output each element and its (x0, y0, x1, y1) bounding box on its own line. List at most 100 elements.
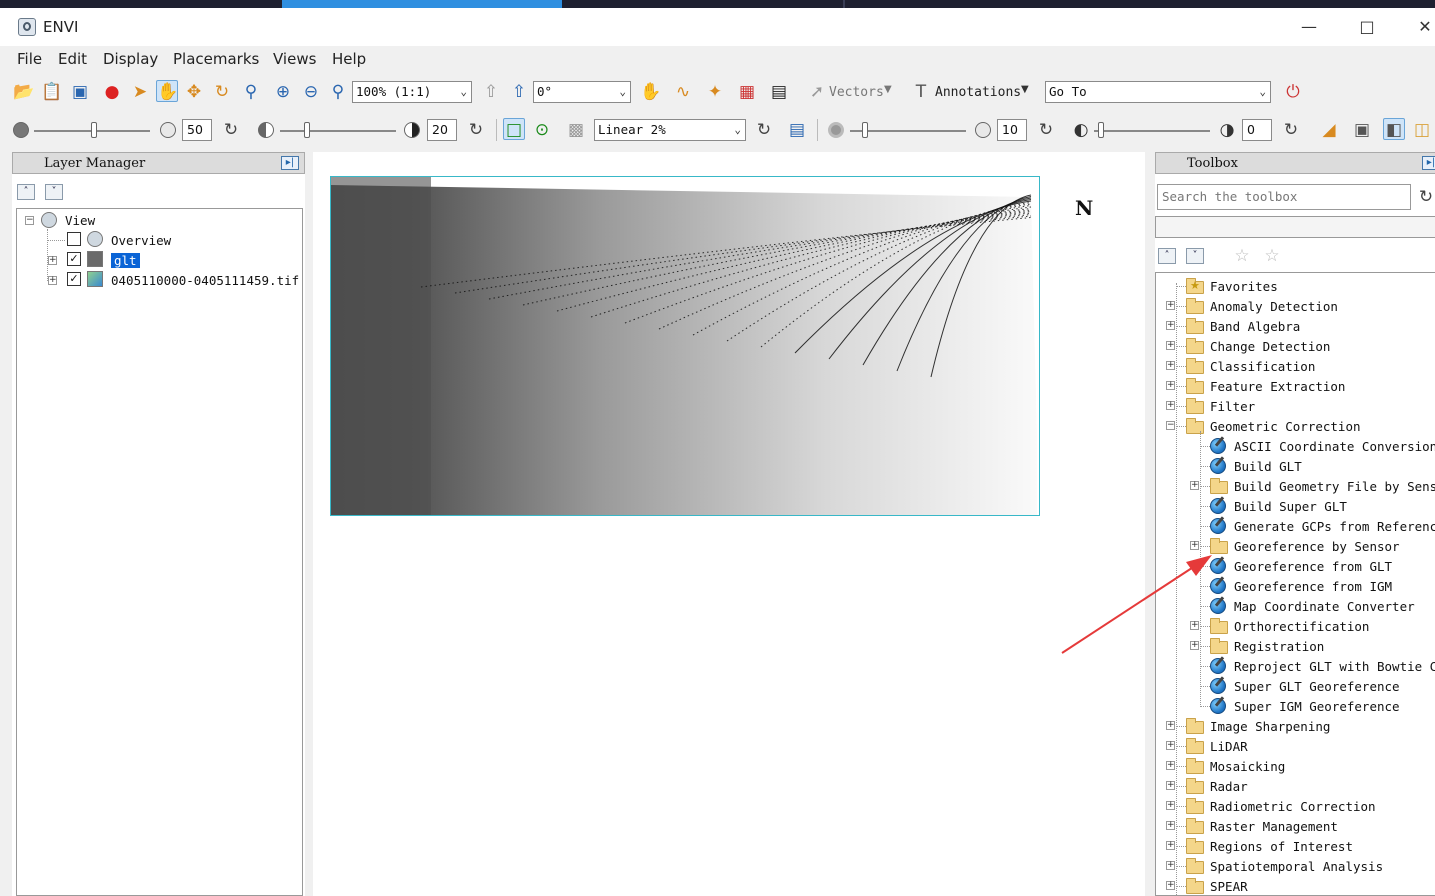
toolbox-folder-item[interactable]: Radar (1210, 779, 1248, 794)
expand-toggle[interactable]: + (1166, 381, 1175, 390)
toolbox-folder-item[interactable]: Filter (1210, 399, 1255, 414)
transparency-slider-thumb[interactable] (1098, 122, 1104, 138)
transparency-input[interactable]: 0 (1242, 119, 1272, 141)
layer-item-overview[interactable]: Overview (111, 233, 171, 248)
expand-toggle[interactable]: + (1166, 741, 1175, 750)
toolbox-tool-item[interactable]: Georeference from GLT (1234, 559, 1392, 574)
stretch-reset-icon[interactable]: ▩ (565, 119, 587, 141)
contrast-input[interactable]: 20 (427, 119, 457, 141)
contrast-slider-track[interactable] (280, 130, 396, 132)
reset-sharpen-icon[interactable]: ↻ (1035, 119, 1057, 141)
expand-toggle[interactable]: + (1166, 401, 1175, 410)
menu-views[interactable]: Views (273, 50, 316, 68)
goto-input[interactable]: Go To ⌄ (1045, 81, 1271, 103)
toolbox-tool-item[interactable]: Map Coordinate Converter (1234, 599, 1415, 614)
menu-placemarks[interactable]: Placemarks (173, 50, 259, 68)
data-manager-icon[interactable]: 📋 (41, 81, 63, 103)
layers-icon[interactable]: ◫ (1411, 119, 1433, 141)
reset-contrast-icon[interactable]: ↻ (465, 119, 487, 141)
toolbox-folder-item[interactable]: LiDAR (1210, 739, 1248, 754)
vectors-icon[interactable]: ➚ (806, 81, 828, 103)
expand-toggle[interactable]: + (1190, 641, 1199, 650)
remove-favorite-star-icon[interactable]: ☆ (1261, 245, 1283, 267)
roi-tool-icon[interactable]: ▦ (736, 81, 758, 103)
maximize-button[interactable]: □ (1344, 12, 1390, 42)
pan-hand-icon[interactable]: ✋ (156, 80, 178, 102)
toolbox-folder-item[interactable]: Band Algebra (1210, 319, 1300, 334)
toolbox-tool-item[interactable]: Super IGM Georeference (1234, 699, 1400, 714)
transparency-slider-track[interactable] (1094, 130, 1210, 132)
overview-checkbox[interactable] (67, 232, 81, 246)
panel-splitter[interactable] (305, 152, 313, 896)
expand-all-button[interactable]: ˅ (45, 184, 63, 200)
chip-view-icon[interactable]: ▣ (69, 81, 91, 103)
counter-icon[interactable]: ▤ (768, 81, 790, 103)
expand-toggle[interactable]: + (1166, 821, 1175, 830)
center-target-icon[interactable]: ⊙ (531, 119, 553, 141)
rotate-north-icon[interactable]: ⇧ (508, 81, 530, 103)
expand-toggle[interactable]: + (48, 256, 57, 265)
collapse-toggle[interactable]: − (1166, 421, 1175, 430)
toolbox-search-input[interactable]: Search the toolbox (1157, 184, 1411, 210)
raster-image[interactable] (330, 176, 1040, 516)
expand-toggle[interactable]: + (1166, 321, 1175, 330)
open-folder-icon[interactable]: 📂 (13, 81, 35, 103)
minimize-button[interactable]: — (1286, 12, 1332, 42)
expand-toggle[interactable]: + (1190, 621, 1199, 630)
expand-toggle[interactable]: + (1166, 301, 1175, 310)
toolbox-folder-item[interactable]: Mosaicking (1210, 759, 1285, 774)
expand-toggle[interactable]: + (1190, 541, 1199, 550)
layer-item-glt[interactable]: glt (111, 253, 140, 268)
toolbox-folder-item[interactable]: Orthorectification (1234, 619, 1369, 634)
collapse-all-button[interactable]: ˄ (1158, 248, 1176, 264)
sharpen-input[interactable]: 10 (997, 119, 1027, 141)
contrast-slider-thumb[interactable] (304, 122, 310, 138)
expand-toggle[interactable]: + (48, 276, 57, 285)
rotate-up-icon[interactable]: ⇧ (480, 81, 502, 103)
toolbox-folder-item[interactable]: Registration (1234, 639, 1324, 654)
zoom-out-icon[interactable]: ⊖ (300, 81, 322, 103)
expand-toggle[interactable]: + (1166, 881, 1175, 890)
menu-help[interactable]: Help (332, 50, 366, 68)
toolbox-folder-item[interactable]: Classification (1210, 359, 1315, 374)
histogram-icon[interactable]: ▤ (786, 119, 808, 141)
rotation-select[interactable]: 0° ⌄ (533, 81, 631, 103)
toolbox-folder-item[interactable]: Favorites (1210, 279, 1278, 294)
refresh-stretch-icon[interactable]: ↻ (753, 119, 775, 141)
toolbox-folder-item[interactable]: Feature Extraction (1210, 379, 1345, 394)
toolbox-folder-item[interactable]: Raster Management (1210, 819, 1338, 834)
toolbox-tool-item[interactable]: ASCII Coordinate Conversion (1234, 439, 1435, 454)
rotate-icon[interactable]: ↻ (211, 81, 233, 103)
reset-transparency-icon[interactable]: ↻ (1280, 119, 1302, 141)
menu-display[interactable]: Display (103, 50, 158, 68)
panel-splitter[interactable] (1145, 152, 1155, 896)
expand-toggle[interactable]: + (1166, 721, 1175, 730)
toolbox-folder-item[interactable]: Spatiotemporal Analysis (1210, 859, 1383, 874)
annotations-dropdown[interactable]: Annotations (935, 85, 1021, 100)
image-view[interactable]: N (313, 152, 1145, 896)
layer-item-tif[interactable]: 0405110000-0405111459.tif (111, 273, 299, 288)
expand-toggle[interactable]: + (1166, 341, 1175, 350)
collapse-toggle[interactable]: − (25, 216, 34, 225)
expand-toggle[interactable]: + (1166, 761, 1175, 770)
tree-root-view[interactable]: View (65, 213, 95, 228)
fly-move-icon[interactable]: ✥ (183, 81, 205, 103)
expand-toggle[interactable]: + (1190, 481, 1199, 490)
toolbox-tool-item[interactable]: Reproject GLT with Bowtie Correction (1234, 659, 1435, 674)
add-favorite-star-icon[interactable]: ☆ (1231, 245, 1253, 267)
expand-toggle[interactable]: + (1166, 841, 1175, 850)
toolbox-tool-item[interactable]: Generate GCPs from Reference (1234, 519, 1435, 534)
zoom-fit-icon[interactable]: ⚲ (327, 81, 349, 103)
toolbox-folder-item[interactable]: Radiometric Correction (1210, 799, 1376, 814)
stretch-select[interactable]: Linear 2% ⌄ (594, 119, 746, 141)
toolbox-folder-item[interactable]: Regions of Interest (1210, 839, 1353, 854)
select-cursor-icon[interactable]: ➤ (129, 81, 151, 103)
toolbox-tool-item[interactable]: Build GLT (1234, 459, 1302, 474)
zoom-in-icon[interactable]: ⊕ (272, 81, 294, 103)
placemark-pin-icon[interactable]: ● (101, 81, 123, 103)
zoom-select[interactable]: 100% (1:1) ⌄ (352, 81, 472, 103)
brightness-input[interactable]: 50 (182, 119, 212, 141)
dock-pin-icon[interactable]: ▸| (281, 156, 299, 170)
toolbox-folder-item[interactable]: Geometric Correction (1210, 419, 1361, 434)
glt-checkbox[interactable]: ✓ (67, 252, 81, 266)
